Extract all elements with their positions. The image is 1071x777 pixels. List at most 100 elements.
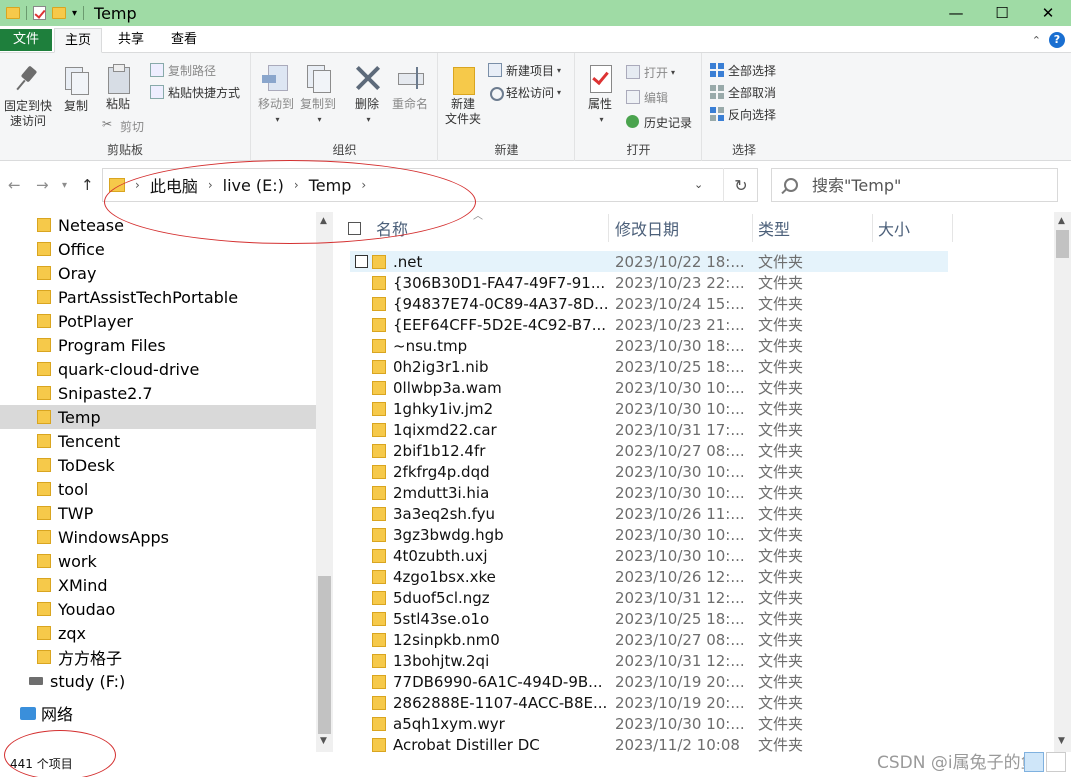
copy-button[interactable]: 复制 <box>58 65 94 114</box>
column-divider[interactable] <box>608 214 609 242</box>
chevron-right-icon[interactable]: › <box>361 178 366 192</box>
copy-path-button[interactable]: 复制路径 <box>150 61 216 79</box>
properties-button[interactable]: 属性 ▾ <box>582 63 618 127</box>
select-none-button[interactable]: 全部取消 <box>710 83 776 101</box>
nav-item-folder[interactable]: Office <box>0 237 316 261</box>
details-view-button[interactable] <box>1024 752 1044 772</box>
cut-button[interactable]: 剪切 <box>102 117 144 135</box>
table-row[interactable]: {EEF64CFF-5D2E-4C92-B7... 2023/10/23 21:.… <box>350 314 948 335</box>
row-checkbox[interactable] <box>355 318 368 331</box>
scrollbar-thumb[interactable] <box>1056 230 1069 258</box>
row-checkbox[interactable] <box>355 465 368 478</box>
row-checkbox[interactable] <box>355 255 368 268</box>
table-row[interactable]: 1qixmd22.car 2023/10/31 17:... 文件夹 <box>350 419 948 440</box>
table-row[interactable]: ~nsu.tmp 2023/10/30 18:... 文件夹 <box>350 335 948 356</box>
nav-item-folder[interactable]: zqx <box>0 621 316 645</box>
refresh-button[interactable]: ↻ <box>723 168 758 202</box>
tab-file[interactable]: 文件 <box>0 29 52 51</box>
nav-item-folder[interactable]: Netease <box>0 213 316 237</box>
address-dropdown-icon[interactable]: ⌄ <box>694 178 703 191</box>
scroll-up-icon[interactable]: ▲ <box>1058 216 1065 226</box>
copy-to-button[interactable]: 复制到 ▾ <box>298 63 338 127</box>
table-row[interactable]: 4t0zubth.uxj 2023/10/30 10:... 文件夹 <box>350 545 948 566</box>
search-box[interactable] <box>771 168 1058 202</box>
select-all-button[interactable]: 全部选择 <box>710 61 776 79</box>
chevron-up-icon[interactable]: ⌃ <box>1032 34 1041 47</box>
nav-item-network[interactable]: 网络 <box>0 701 316 725</box>
delete-button[interactable]: 删除 ▾ <box>350 63 384 127</box>
table-row[interactable]: 3a3eq2sh.fyu 2023/10/26 11:... 文件夹 <box>350 503 948 524</box>
pin-to-quick-access-button[interactable]: 固定到快 速访问 <box>2 65 54 129</box>
nav-pane-scrollbar[interactable]: ▲ ▼ <box>316 212 333 752</box>
row-checkbox[interactable] <box>355 591 368 604</box>
move-to-button[interactable]: 移动到 ▾ <box>256 63 296 127</box>
row-checkbox[interactable] <box>355 654 368 667</box>
edit-button[interactable]: 编辑 <box>626 88 668 106</box>
scroll-down-icon[interactable]: ▼ <box>320 736 327 746</box>
row-checkbox[interactable] <box>355 339 368 352</box>
tab-home[interactable]: 主页 <box>54 28 102 53</box>
table-row[interactable]: 5stl43se.o1o 2023/10/25 18:... 文件夹 <box>350 608 948 629</box>
nav-item-folder[interactable]: quark-cloud-drive <box>0 357 316 381</box>
scroll-down-icon[interactable]: ▼ <box>1058 736 1065 746</box>
invert-selection-button[interactable]: 反向选择 <box>710 105 776 123</box>
scrollbar-thumb[interactable] <box>318 576 331 734</box>
table-row[interactable]: .net 2023/10/22 18:... 文件夹 <box>350 251 948 272</box>
table-row[interactable]: a5qh1xym.wyr 2023/10/30 10:... 文件夹 <box>350 713 948 734</box>
row-checkbox[interactable] <box>355 549 368 562</box>
select-all-checkbox[interactable] <box>348 222 361 235</box>
table-row[interactable]: 12sinpkb.nm0 2023/10/27 08:... 文件夹 <box>350 629 948 650</box>
new-folder-icon[interactable] <box>52 7 66 19</box>
nav-item-folder[interactable]: Temp <box>0 405 316 429</box>
row-checkbox[interactable] <box>355 570 368 583</box>
tab-view[interactable]: 查看 <box>161 28 207 53</box>
table-row[interactable]: 5duof5cl.ngz 2023/10/31 12:... 文件夹 <box>350 587 948 608</box>
new-folder-button[interactable]: 新建 文件夹 <box>443 63 483 127</box>
close-button[interactable]: ✕ <box>1025 0 1071 26</box>
chevron-right-icon[interactable]: › <box>208 178 213 192</box>
row-checkbox[interactable] <box>355 738 368 751</box>
search-input[interactable] <box>812 175 1032 195</box>
nav-item-folder[interactable]: Program Files <box>0 333 316 357</box>
nav-item-folder[interactable]: PotPlayer <box>0 309 316 333</box>
nav-item-drive[interactable]: study (F:) <box>0 669 316 693</box>
row-checkbox[interactable] <box>355 297 368 310</box>
row-checkbox[interactable] <box>355 360 368 373</box>
table-row[interactable]: 0h2ig3r1.nib 2023/10/25 18:... 文件夹 <box>350 356 948 377</box>
recent-locations-icon[interactable]: ▾ <box>62 180 67 191</box>
properties-icon[interactable] <box>33 6 46 20</box>
row-checkbox[interactable] <box>355 381 368 394</box>
column-divider[interactable] <box>872 214 873 242</box>
rename-button[interactable]: 重命名 <box>388 63 432 112</box>
column-divider[interactable] <box>752 214 753 242</box>
table-row[interactable]: 1ghky1iv.jm2 2023/10/30 10:... 文件夹 <box>350 398 948 419</box>
row-checkbox[interactable] <box>355 444 368 457</box>
paste-button[interactable]: 粘贴 <box>100 63 136 112</box>
up-icon[interactable]: ↑ <box>81 176 94 194</box>
address-bar[interactable]: › 此电脑 › live (E:) › Temp › <box>102 168 758 202</box>
help-icon[interactable]: ? <box>1049 32 1065 48</box>
tab-share[interactable]: 共享 <box>108 28 154 53</box>
table-row[interactable]: 4zgo1bsx.xke 2023/10/26 12:... 文件夹 <box>350 566 948 587</box>
table-row[interactable]: 2bif1b12.4fr 2023/10/27 08:... 文件夹 <box>350 440 948 461</box>
chevron-right-icon[interactable]: › <box>135 178 140 192</box>
table-row[interactable]: 13bohjtw.2qi 2023/10/31 12:... 文件夹 <box>350 650 948 671</box>
file-list-scrollbar[interactable]: ▲ ▼ <box>1054 212 1071 752</box>
row-checkbox[interactable] <box>355 402 368 415</box>
table-row[interactable]: {306B30D1-FA47-49F7-91... 2023/10/23 22:.… <box>350 272 948 293</box>
row-checkbox[interactable] <box>355 612 368 625</box>
nav-item-folder[interactable]: XMind <box>0 573 316 597</box>
open-button[interactable]: 打开 ▾ <box>626 63 675 81</box>
forward-icon[interactable]: → <box>36 176 49 194</box>
nav-item-folder[interactable]: work <box>0 549 316 573</box>
column-header-size[interactable]: 大小 <box>878 212 910 244</box>
breadcrumb-this-pc[interactable]: 此电脑 <box>150 173 198 197</box>
history-button[interactable]: 历史记录 <box>626 113 692 131</box>
chevron-down-icon[interactable]: ▾ <box>72 8 77 19</box>
paste-shortcut-button[interactable]: 粘贴快捷方式 <box>150 83 240 101</box>
scroll-up-icon[interactable]: ▲ <box>320 216 327 226</box>
breadcrumb-temp[interactable]: Temp <box>309 176 352 195</box>
easy-access-button[interactable]: 轻松访问 ▾ <box>488 83 561 101</box>
nav-item-folder[interactable]: WindowsApps <box>0 525 316 549</box>
nav-item-folder[interactable]: PartAssistTechPortable <box>0 285 316 309</box>
